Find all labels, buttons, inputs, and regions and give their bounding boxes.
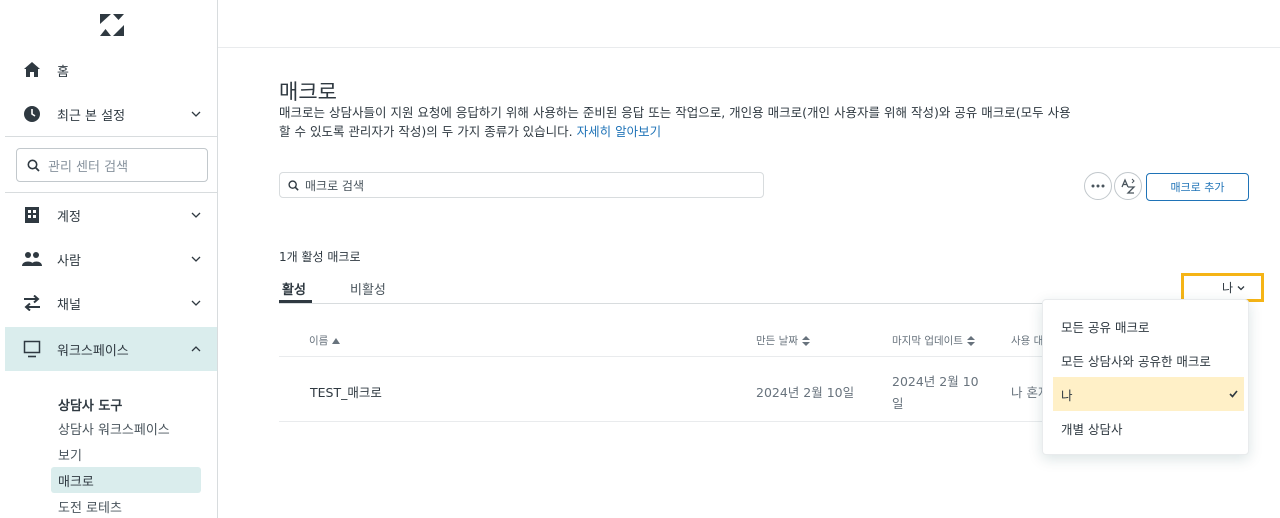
- chevron-down-icon: [191, 256, 201, 262]
- nav-divider: [5, 136, 217, 137]
- macro-updated-date-line2: 일: [892, 396, 904, 411]
- macro-created-date: 2024년 2월 10일: [756, 385, 855, 400]
- learn-more-link[interactable]: 자세히 알아보기: [577, 124, 661, 139]
- monitor-icon: [21, 338, 43, 360]
- nav-account[interactable]: 계정: [5, 193, 217, 237]
- sidebar-item-next[interactable]: 도전 로테츠: [51, 493, 201, 518]
- sidebar-item-views[interactable]: 보기: [51, 441, 201, 467]
- nav-home-label: 홈: [57, 64, 69, 80]
- nav-people-label: 사람: [57, 253, 81, 269]
- clock-icon: [21, 103, 43, 125]
- sidebar: 홈 최근 본 설정 관리 센터 검색 계정 사람 채널 워크스페이스 상담사 도…: [5, 0, 218, 518]
- admin-search-placeholder: 관리 센터 검색: [48, 159, 129, 175]
- search-icon: [288, 179, 299, 191]
- column-header-created-label: 만든 날짜: [756, 335, 798, 347]
- sidebar-item-macros[interactable]: 매크로: [51, 467, 201, 493]
- column-header-updated[interactable]: 마지막 업데이트: [892, 333, 975, 348]
- zendesk-logo[interactable]: [100, 14, 124, 36]
- menu-item-all-shared[interactable]: 모든 공유 매크로: [1053, 309, 1244, 343]
- menu-item-shared-with-all-agents[interactable]: 모든 상담사와 공유한 매크로: [1053, 343, 1244, 377]
- column-header-name-label: 이름: [309, 335, 329, 347]
- tab-inactive[interactable]: 비활성: [350, 279, 386, 303]
- owner-filter-menu: 모든 공유 매크로 모든 상담사와 공유한 매크로 나 개별 상담사: [1042, 299, 1249, 455]
- nav-channels[interactable]: 채널: [5, 281, 217, 325]
- macro-search-placeholder: 매크로 검색: [305, 178, 365, 193]
- macro-updated-date-line1: 2024년 2월 10: [892, 374, 979, 389]
- macro-search-input[interactable]: 매크로 검색: [279, 172, 764, 198]
- home-icon: [21, 59, 43, 81]
- page-title: 매크로: [279, 80, 337, 104]
- sort-icon: [966, 335, 975, 346]
- sort-icon: [801, 335, 810, 346]
- macro-name-link[interactable]: TEST_매크로: [310, 382, 382, 401]
- nav-channels-label: 채널: [57, 297, 81, 313]
- nav-people[interactable]: 사람: [5, 237, 217, 281]
- nav-workspaces-label: 워크스페이스: [57, 343, 129, 359]
- add-macro-button[interactable]: 매크로 추가: [1146, 173, 1249, 201]
- table-header-divider: [279, 356, 1049, 357]
- chevron-down-icon: [191, 300, 201, 306]
- more-options-button[interactable]: [1084, 172, 1112, 200]
- owner-filter-value: 나: [1221, 281, 1233, 295]
- active-macro-count: 1개 활성 매크로: [279, 250, 361, 264]
- chevron-up-icon: [191, 346, 201, 352]
- table-row-divider: [279, 421, 1049, 422]
- nav-recent-settings-label: 최근 본 설정: [57, 108, 126, 124]
- column-header-updated-label: 마지막 업데이트: [892, 335, 963, 347]
- admin-search-input[interactable]: 관리 센터 검색: [16, 148, 208, 182]
- nav-workspaces[interactable]: 워크스페이스: [5, 327, 217, 371]
- column-header-usage-label: 사용 대: [1011, 335, 1044, 347]
- app-root: 홈 최근 본 설정 관리 센터 검색 계정 사람 채널 워크스페이스 상담사 도…: [0, 0, 1280, 518]
- section-title-agent-tools: 상담사 도구: [58, 399, 123, 414]
- sort-alphabetical-button[interactable]: [1114, 172, 1142, 200]
- chevron-down-icon: [191, 111, 201, 117]
- chevron-down-icon: [191, 212, 201, 218]
- sort-az-icon: [1121, 178, 1136, 194]
- sidebar-item-agent-workspace[interactable]: 상담사 워크스페이스: [51, 415, 201, 441]
- column-header-usage[interactable]: 사용 대: [1011, 333, 1043, 348]
- page-description: 매크로는 상담사들이 지원 요청에 응답하기 위해 사용하는 준비된 응답 또는…: [279, 103, 1079, 141]
- building-icon: [21, 204, 43, 226]
- arrows-exchange-icon: [21, 292, 43, 314]
- checkmark-icon: [1229, 390, 1238, 398]
- chevron-down-icon: [1237, 285, 1245, 290]
- menu-item-individual-agent[interactable]: 개별 상담사: [1053, 411, 1244, 445]
- description-text: 매크로는 상담사들이 지원 요청에 응답하기 위해 사용하는 준비된 응답 또는…: [279, 105, 1071, 139]
- menu-item-me-label: 나: [1061, 387, 1073, 403]
- ellipsis-icon: [1091, 184, 1105, 188]
- nav-account-label: 계정: [57, 209, 81, 225]
- nav-recent-settings[interactable]: 최근 본 설정: [5, 92, 217, 136]
- column-header-name[interactable]: 이름: [309, 333, 341, 348]
- menu-item-me[interactable]: 나: [1053, 377, 1244, 411]
- owner-filter-dropdown[interactable]: 나: [1181, 273, 1264, 302]
- search-icon: [27, 159, 40, 172]
- column-header-created[interactable]: 만든 날짜: [756, 333, 810, 348]
- sort-asc-icon: [332, 337, 341, 344]
- header-divider: [218, 47, 1280, 48]
- people-icon: [21, 248, 43, 270]
- nav-home[interactable]: 홈: [5, 48, 217, 92]
